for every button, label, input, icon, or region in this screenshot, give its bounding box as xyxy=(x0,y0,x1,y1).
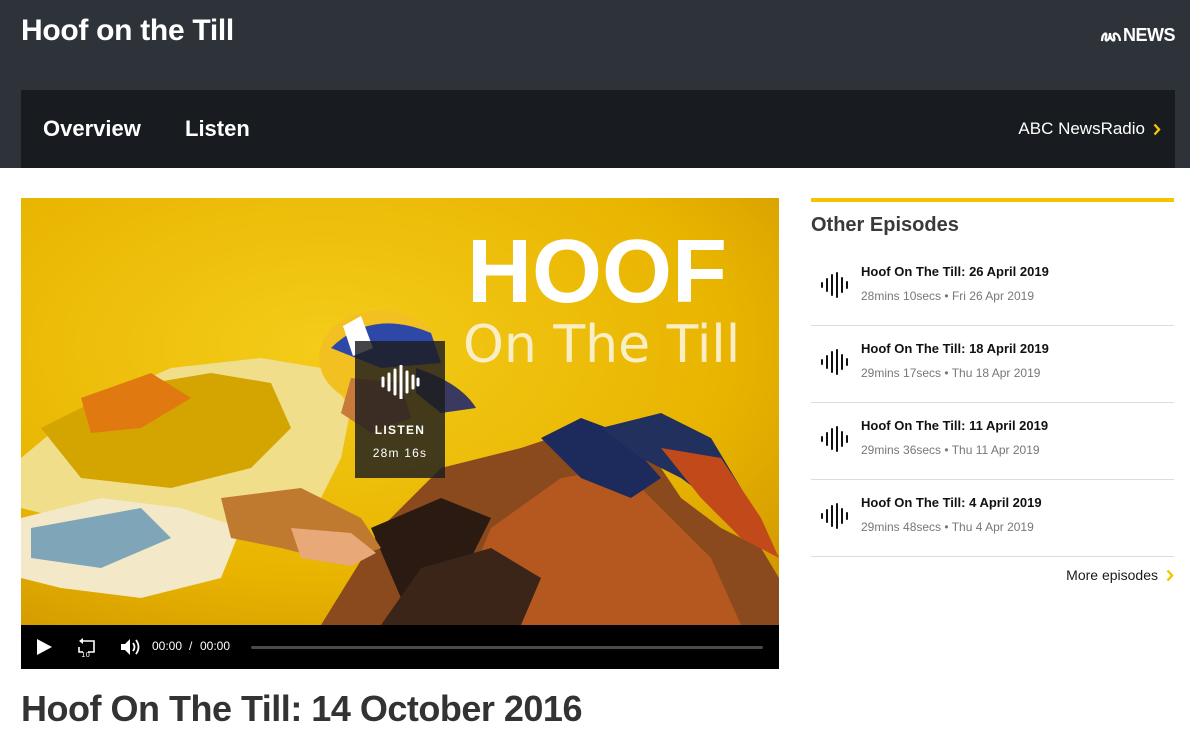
svg-text:10: 10 xyxy=(81,651,90,658)
episode-list: Hoof On The Till: 26 April 2019 28mins 1… xyxy=(811,249,1174,557)
episode-meta: 29mins 17secs • Thu 18 Apr 2019 xyxy=(861,366,1040,380)
progress-bar[interactable] xyxy=(251,646,763,649)
chevron-right-icon xyxy=(1153,123,1161,135)
rewind-10-icon[interactable]: 10 xyxy=(76,636,98,658)
more-episodes-label: More episodes xyxy=(1066,567,1158,583)
other-episodes-heading: Other Episodes xyxy=(811,214,959,236)
abc-news-logo[interactable]: NEWS xyxy=(1100,25,1176,46)
episode-title-link[interactable]: Hoof On The Till: 11 April 2019 xyxy=(861,418,1048,433)
audio-player: HOOF On The Till LISTEN 28m 16s 10 00:00… xyxy=(21,198,779,669)
episode-list-item[interactable]: Hoof On The Till: 11 April 2019 29mins 3… xyxy=(811,403,1174,480)
program-nav: Overview Listen ABC NewsRadio xyxy=(21,90,1175,168)
abc-logo-icon xyxy=(1100,31,1122,42)
total-time: 00:00 xyxy=(200,639,231,653)
episode-meta: 28mins 10secs • Fri 26 Apr 2019 xyxy=(861,289,1034,303)
more-episodes-link[interactable]: More episodes xyxy=(1066,567,1174,583)
meta-separator: • xyxy=(944,443,949,457)
other-episodes-panel: Other Episodes Hoof On The Till: 26 Apri… xyxy=(811,198,1174,583)
audio-wave-icon xyxy=(821,503,848,529)
brand-label: NEWS xyxy=(1123,25,1176,45)
episode-list-item[interactable]: Hoof On The Till: 26 April 2019 28mins 1… xyxy=(811,249,1174,326)
episode-duration: 29mins 36secs xyxy=(861,443,942,457)
art-subline: On The Till xyxy=(463,315,740,375)
audio-wave-icon xyxy=(821,349,848,375)
chevron-right-icon xyxy=(1166,569,1174,581)
tab-overview[interactable]: Overview xyxy=(43,116,141,142)
episode-date: Fri 26 Apr 2019 xyxy=(951,289,1034,303)
episode-duration: 29mins 17secs xyxy=(861,366,942,380)
episode-title: Hoof On The Till: 14 October 2016 xyxy=(21,688,582,729)
play-icon[interactable] xyxy=(35,638,53,656)
episode-duration: 28mins 10secs xyxy=(861,289,942,303)
episode-title-link[interactable]: Hoof On The Till: 4 April 2019 xyxy=(861,495,1042,510)
current-time: 00:00 xyxy=(152,639,183,653)
episode-date: Thu 18 Apr 2019 xyxy=(951,366,1041,380)
listen-duration: 28m 16s xyxy=(372,446,428,460)
player-controls: 10 00:00 / 00:00 xyxy=(21,625,779,669)
episode-meta: 29mins 36secs • Thu 11 Apr 2019 xyxy=(861,443,1040,457)
episode-date: Thu 4 Apr 2019 xyxy=(951,520,1034,534)
audio-wave-icon xyxy=(381,365,420,399)
listen-overlay-button[interactable]: LISTEN 28m 16s xyxy=(355,341,445,478)
meta-separator: • xyxy=(944,520,949,534)
listen-label: LISTEN xyxy=(374,423,426,437)
episode-list-item[interactable]: Hoof On The Till: 4 April 2019 29mins 48… xyxy=(811,480,1174,557)
episode-title-link[interactable]: Hoof On The Till: 26 April 2019 xyxy=(861,264,1049,279)
meta-separator: • xyxy=(944,366,949,380)
abc-newsradio-label: ABC NewsRadio xyxy=(1018,119,1145,138)
episode-duration: 29mins 48secs xyxy=(861,520,942,534)
volume-icon[interactable] xyxy=(120,638,142,656)
page-title: Hoof on the Till xyxy=(21,14,234,47)
tab-listen[interactable]: Listen xyxy=(185,116,250,142)
episode-list-item[interactable]: Hoof On The Till: 18 April 2019 29mins 1… xyxy=(811,326,1174,403)
meta-separator: • xyxy=(944,289,949,303)
episode-date: Thu 11 Apr 2019 xyxy=(951,443,1040,457)
audio-wave-icon xyxy=(821,272,848,298)
audio-wave-icon xyxy=(821,426,848,452)
site-header: Hoof on the Till NEWS Overview Listen AB… xyxy=(0,0,1190,168)
abc-newsradio-link[interactable]: ABC NewsRadio xyxy=(1018,119,1161,139)
accent-bar xyxy=(811,198,1174,202)
time-separator: / xyxy=(189,639,193,653)
episode-meta: 29mins 48secs • Thu 4 Apr 2019 xyxy=(861,520,1034,534)
art-headline: HOOF xyxy=(467,222,727,322)
episode-title-link[interactable]: Hoof On The Till: 18 April 2019 xyxy=(861,341,1049,356)
